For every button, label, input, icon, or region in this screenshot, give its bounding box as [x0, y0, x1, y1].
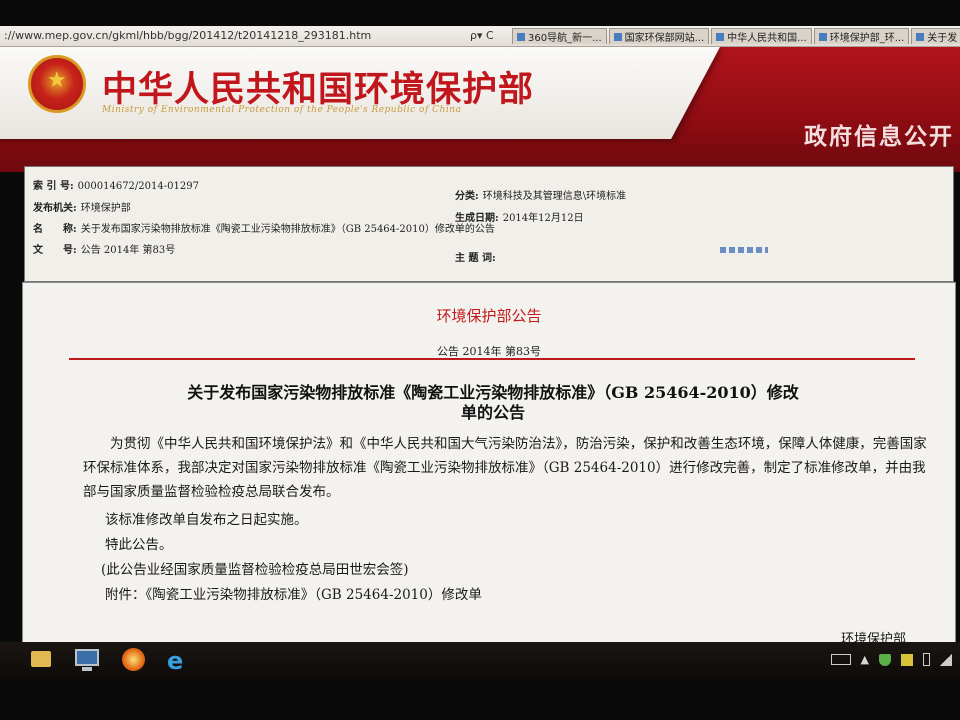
meta-value: 环境科技及其管理信息\环境标准 [482, 191, 627, 202]
document-metadata: 索 引 号: 000014672/2014-01297 发布机关: 环境保护部 名 … [24, 166, 954, 282]
office-icon[interactable] [118, 645, 148, 673]
meta-value: 000014672/2014-01297 [77, 181, 199, 192]
attachment-link[interactable]: 附件：《陶瓷工业污染物排放标准》（GB 25464-2010）修改单 [105, 583, 482, 607]
tab-strip: 360导航_新一... 国家环保部网站... 中华人民共和国... 环境保护部_… [512, 28, 960, 45]
section-title[interactable]: 政府信息公开 [804, 117, 954, 151]
announcement-label: 环境保护部公告 [436, 307, 542, 325]
address-bar[interactable]: ://www.mep.gov.cn/gkml/hbb/bgg/201412/t2… [4, 29, 464, 43]
chevron-up-icon[interactable]: ▲ [861, 653, 869, 666]
document-title: 关于发布国家污染物排放标准《陶瓷工业污染物排放标准》（GB 25464-2010… [123, 383, 863, 423]
effective-line: 该标准修改单自发布之日起实施。 [105, 512, 308, 528]
keyboard-icon[interactable] [830, 654, 851, 665]
battery-icon[interactable] [923, 653, 930, 666]
network-signal-icon[interactable] [940, 653, 952, 666]
favicon-icon [916, 32, 925, 41]
favicon-icon [517, 32, 525, 41]
national-emblem-icon[interactable]: ★ [28, 55, 86, 113]
red-divider [69, 358, 915, 360]
meta-index-no: 索 引 号: 000014672/2014-01297 [33, 177, 199, 192]
tab-label: 关于发 [927, 33, 958, 44]
browser-tab[interactable]: 环境保护部_环... [813, 28, 910, 44]
meta-label: 生成日期: [455, 213, 499, 224]
favicon-icon [716, 32, 725, 41]
meta-name: 名 称: 关于发布国家污染物排放标准《陶瓷工业污染物排放标准》（GB 25464-… [33, 220, 495, 235]
closing-line: 特此公告。 [105, 537, 173, 553]
tab-label: 中华人民共和国... [727, 33, 807, 44]
file-explorer-icon[interactable] [26, 645, 56, 673]
meta-keywords: 主 题 词: [455, 249, 500, 264]
internet-explorer-icon[interactable]: e [164, 645, 194, 675]
meta-date: 生成日期: 2014年12月12日 [455, 209, 584, 224]
favicon-icon [613, 32, 622, 41]
meta-value: 公告 2014年 第83号 [80, 245, 176, 256]
search-refresh-icons[interactable]: ρ▾ C [470, 29, 494, 42]
document-title-line: 关于发布国家污染物排放标准《陶瓷工业污染物排放标准》（GB 25464-2010… [187, 383, 799, 402]
tab-label: 国家环保部网站... [624, 33, 705, 44]
meta-category: 分类: 环境科技及其管理信息\环境标准 [455, 187, 626, 202]
action-center-icon[interactable] [901, 653, 913, 666]
security-shield-icon[interactable] [879, 653, 891, 666]
star-icon: ★ [47, 68, 67, 93]
meta-label: 分类: [455, 191, 479, 202]
browser-tab-active[interactable]: 关于发 [911, 28, 960, 44]
meta-value: 关于发布国家污染物排放标准《陶瓷工业污染物排放标准》（GB 25464-2010… [80, 224, 495, 235]
browser-tab[interactable]: 360导航_新一... [512, 28, 607, 44]
meta-value: 2014年12月12日 [502, 213, 584, 224]
body-paragraph: 为贯彻《中华人民共和国环境保护法》和《中华人民共和国大气污染防治法》，防治污染，… [83, 436, 927, 500]
countersign-note: (此公告业经国家质量监督检验检疫总局田世宏会签) [101, 562, 409, 578]
browser-tab[interactable]: 国家环保部网站... [608, 28, 710, 44]
share-icons[interactable] [720, 247, 768, 253]
tab-label: 环境保护部_环... [829, 33, 905, 44]
meta-issuer: 发布机关: 环境保护部 [33, 199, 131, 214]
browser-tab[interactable]: 中华人民共和国... [711, 28, 812, 44]
site-banner: ★ 中华人民共和国环境保护部 Ministry of Environmental… [0, 47, 960, 172]
browser-toolbar: ://www.mep.gov.cn/gkml/hbb/bgg/201412/t2… [0, 26, 960, 47]
announcement-number: 公告 2014年 第83号 [437, 345, 541, 358]
tab-label: 360导航_新一... [528, 33, 602, 44]
computer-icon[interactable] [72, 645, 102, 673]
meta-label: 主 题 词: [455, 253, 496, 264]
favicon-icon [818, 32, 827, 41]
document-title-line: 单的公告 [460, 403, 525, 422]
meta-label: 发布机关: [33, 203, 77, 214]
meta-label: 文 号: [33, 245, 77, 256]
system-tray: ▲ [830, 653, 952, 666]
site-subtitle: Ministry of Environmental Protection of … [102, 105, 462, 115]
meta-value: 环境保护部 [80, 203, 131, 214]
taskbar: e ▲ [0, 642, 960, 678]
announcement-content: 环境保护部公告 公告 2014年 第83号 关于发布国家污染物排放标准《陶瓷工业… [22, 282, 956, 647]
meta-label: 索 引 号: [33, 181, 74, 192]
meta-doc-no: 文 号: 公告 2014年 第83号 [33, 241, 175, 256]
meta-label: 名 称: [33, 224, 77, 235]
